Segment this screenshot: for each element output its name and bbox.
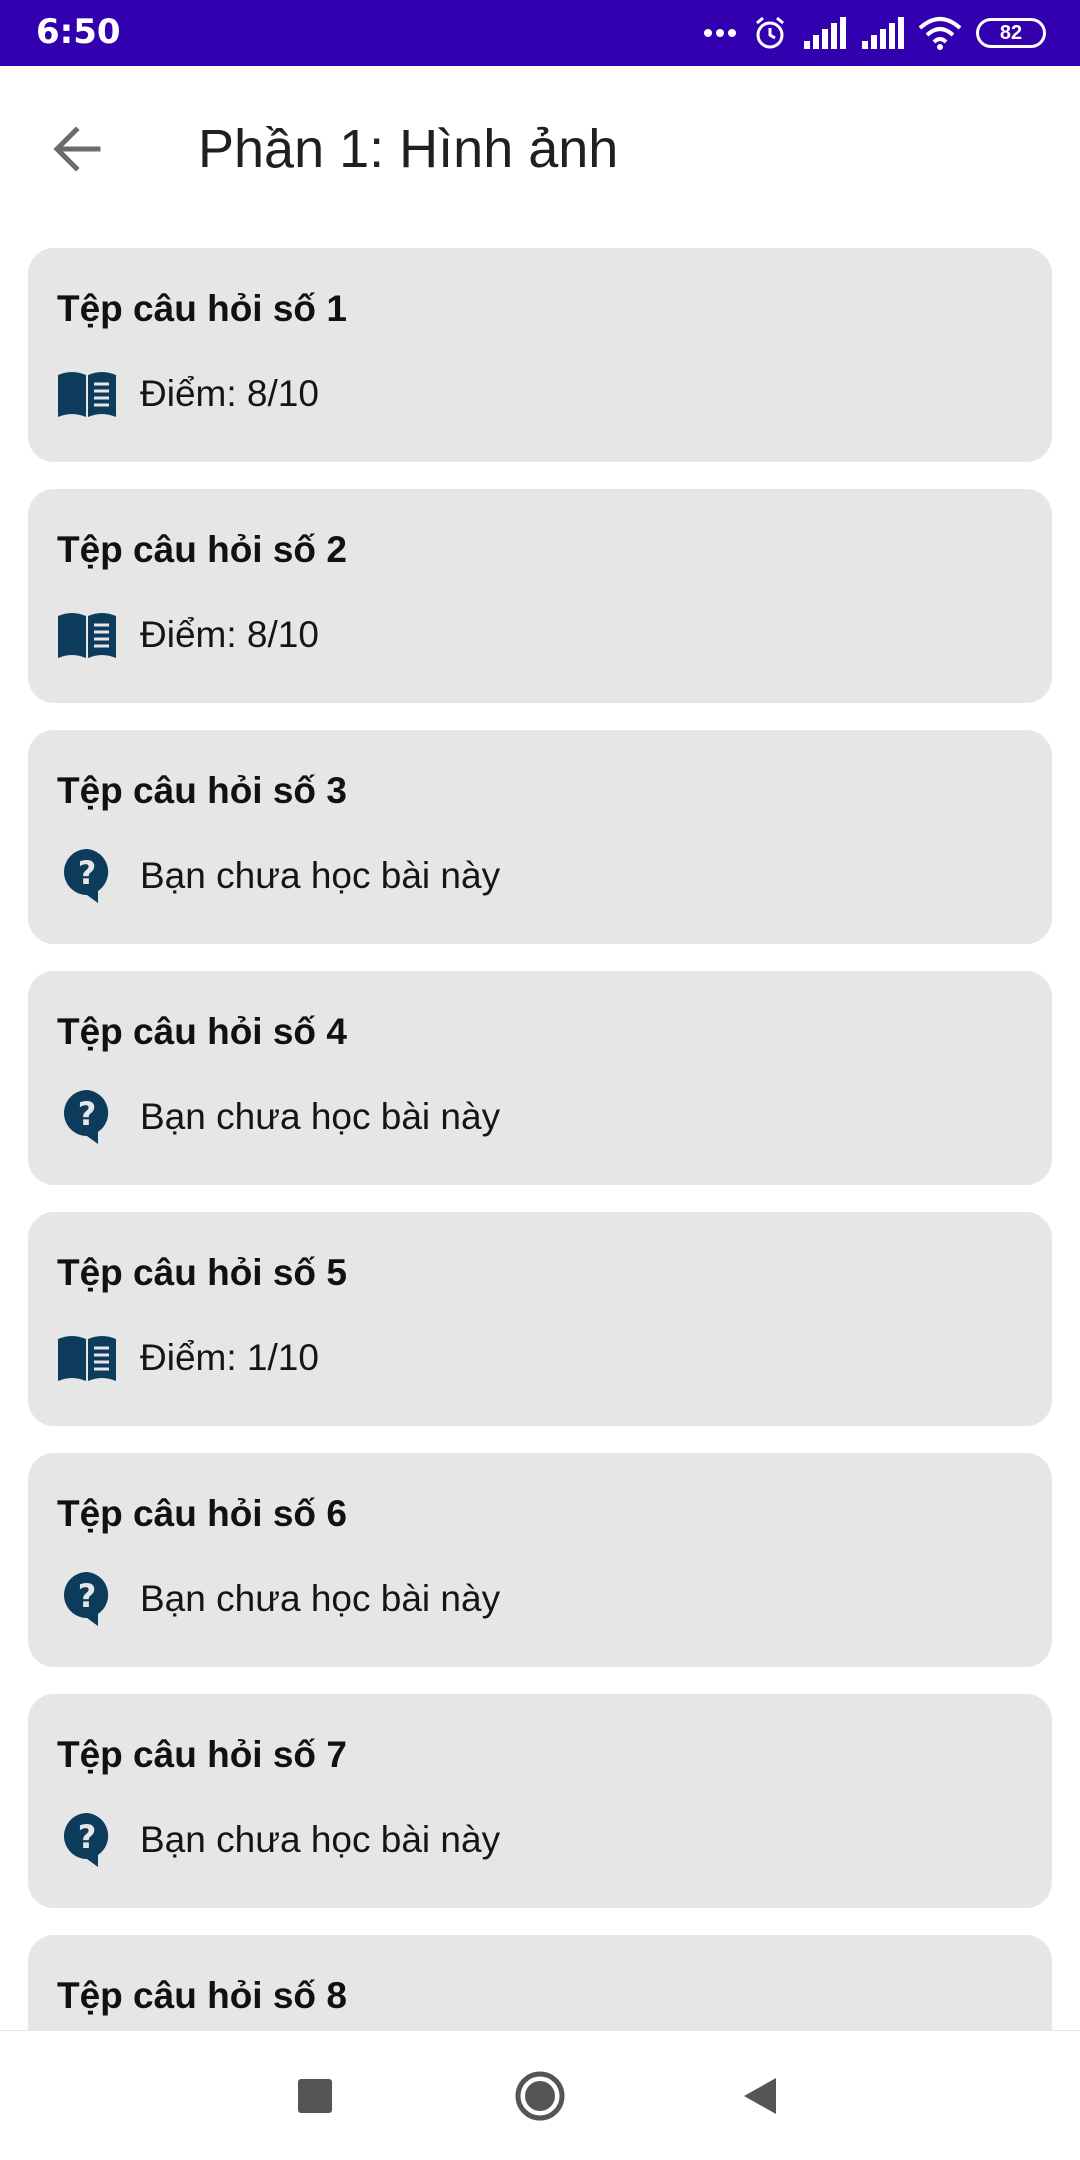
quiz-set-card-7[interactable]: Tệp câu hỏi số 7 ? Bạn chưa học bài này xyxy=(28,1694,1052,1908)
card-title: Tệp câu hỏi số 3 xyxy=(57,770,347,811)
more-dots-icon xyxy=(702,27,738,39)
card-title: Tệp câu hỏi số 1 xyxy=(57,288,347,329)
quiz-set-card-2[interactable]: Tệp câu hỏi số 2 Điểm: 8/10 xyxy=(28,489,1052,703)
battery-level: 82 xyxy=(999,21,1023,44)
home-button[interactable] xyxy=(505,2061,575,2131)
card-status: Điểm: 8/10 xyxy=(140,373,319,414)
card-status: Bạn chưa học bài này xyxy=(140,1096,501,1137)
home-circle-icon xyxy=(515,2071,565,2121)
card-status: Điểm: 8/10 xyxy=(140,614,319,655)
card-title: Tệp câu hỏi số 4 xyxy=(57,1011,347,1052)
card-title: Tệp câu hỏi số 6 xyxy=(57,1493,347,1534)
page-title: Phần 1: Hình ảnh xyxy=(198,119,619,179)
quiz-set-card-1[interactable]: Tệp câu hỏi số 1 Điểm: 8/10 xyxy=(28,248,1052,462)
question-icon: ? xyxy=(56,1569,118,1629)
nav-back-button[interactable] xyxy=(725,2061,795,2131)
card-status: Điểm: 1/10 xyxy=(140,1337,319,1378)
quiz-set-card-3[interactable]: Tệp câu hỏi số 3 ? Bạn chưa học bài này xyxy=(28,730,1052,944)
card-status: Bạn chưa học bài này xyxy=(140,1819,501,1860)
signal-icon xyxy=(860,17,904,49)
quiz-set-list: Tệp câu hỏi số 1 Điểm: 8/10 Tệp câu hỏi … xyxy=(28,248,1052,2160)
question-icon: ? xyxy=(56,1810,118,1870)
card-status: Bạn chưa học bài này xyxy=(140,855,501,896)
question-icon: ? xyxy=(56,1087,118,1147)
quiz-set-card-6[interactable]: Tệp câu hỏi số 6 ? Bạn chưa học bài này xyxy=(28,1453,1052,1667)
system-nav-bar xyxy=(0,2030,1080,2160)
card-title: Tệp câu hỏi số 2 xyxy=(57,529,347,570)
status-bar: 6:50 82 xyxy=(0,0,1080,66)
signal-icon xyxy=(802,17,846,49)
svg-text:?: ? xyxy=(78,1818,97,1856)
card-status: Bạn chưa học bài này xyxy=(140,1578,501,1619)
card-title: Tệp câu hỏi số 8 xyxy=(57,1975,347,2016)
app-bar: Phần 1: Hình ảnh xyxy=(0,66,1080,226)
back-button[interactable] xyxy=(40,112,114,186)
status-icons: 82 xyxy=(702,10,1046,56)
book-icon xyxy=(56,605,118,665)
question-icon: ? xyxy=(56,846,118,906)
arrow-left-icon xyxy=(53,126,101,172)
book-icon xyxy=(56,1328,118,1388)
status-time: 6:50 xyxy=(36,12,121,52)
svg-text:?: ? xyxy=(78,1095,97,1133)
card-title: Tệp câu hỏi số 7 xyxy=(57,1734,347,1775)
card-title: Tệp câu hỏi số 5 xyxy=(57,1252,347,1293)
svg-text:?: ? xyxy=(78,854,97,892)
quiz-set-card-5[interactable]: Tệp câu hỏi số 5 Điểm: 1/10 xyxy=(28,1212,1052,1426)
book-icon xyxy=(56,364,118,424)
quiz-set-card-4[interactable]: Tệp câu hỏi số 4 ? Bạn chưa học bài này xyxy=(28,971,1052,1185)
wifi-icon xyxy=(918,16,962,50)
recents-square-icon xyxy=(298,2079,332,2113)
svg-text:?: ? xyxy=(78,1577,97,1615)
back-triangle-icon xyxy=(744,2078,776,2114)
recents-button[interactable] xyxy=(280,2061,350,2131)
alarm-icon xyxy=(752,15,788,51)
battery-icon: 82 xyxy=(976,18,1046,48)
